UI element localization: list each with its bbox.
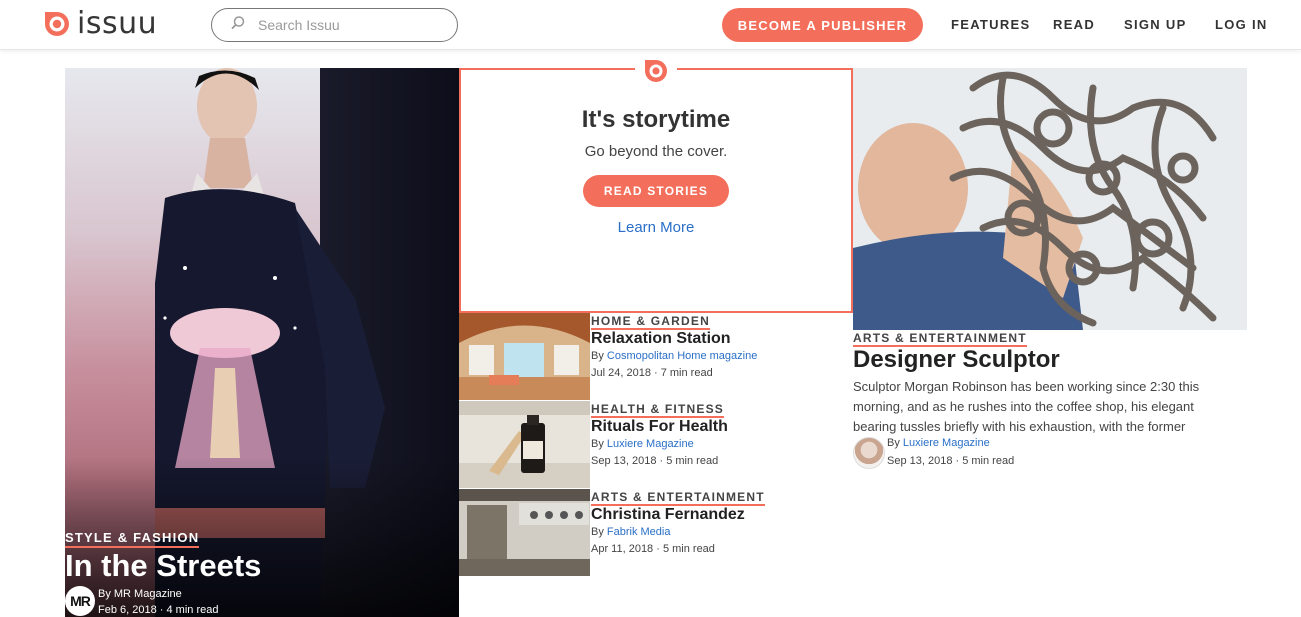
publisher-avatar[interactable]	[853, 437, 885, 469]
become-publisher-button[interactable]: BECOME A PUBLISHER	[722, 8, 923, 42]
search-box[interactable]	[211, 8, 458, 42]
story-thumbnail[interactable]	[459, 313, 590, 400]
story-category[interactable]: HOME & GARDEN	[591, 314, 710, 330]
feature-right-date: Sep 13, 2018 · 5 min read	[887, 455, 1015, 467]
story-title[interactable]: Christina Fernandez	[591, 506, 745, 524]
search-input[interactable]	[258, 17, 438, 33]
nav-sign-up[interactable]: SIGN UP	[1124, 17, 1187, 32]
story-byline: By Fabrik Media	[591, 526, 671, 538]
publisher-link[interactable]: Luxiere Magazine	[903, 437, 990, 449]
publisher-link[interactable]: Cosmopolitan Home magazine	[607, 350, 757, 362]
issuu-logo[interactable]: issuu	[42, 9, 157, 39]
story-byline: By Cosmopolitan Home magazine	[591, 350, 758, 362]
feature-left-title[interactable]: In the Streets	[65, 548, 261, 584]
feature-left-date: Feb 6, 2018 · 4 min read	[98, 604, 219, 616]
story-title[interactable]: Rituals For Health	[591, 418, 728, 436]
story-item-christina-fernandez[interactable]: ARTS & ENTERTAINMENT Christina Fernandez…	[459, 489, 853, 576]
publisher-link[interactable]: Luxiere Magazine	[607, 438, 694, 450]
issuu-mark-icon	[641, 56, 671, 86]
story-thumbnail[interactable]	[459, 489, 590, 576]
search-icon	[230, 15, 246, 36]
story-category[interactable]: ARTS & ENTERTAINMENT	[591, 490, 765, 506]
story-category[interactable]: HEALTH & FITNESS	[591, 402, 724, 418]
issuu-logo-icon	[42, 9, 72, 39]
story-thumbnail[interactable]	[459, 401, 590, 488]
story-item-relaxation-station[interactable]: HOME & GARDEN Relaxation Station By Cosm…	[459, 313, 853, 400]
publisher-link[interactable]: Fabrik Media	[607, 526, 671, 538]
publisher-avatar[interactable]: MR	[65, 586, 95, 616]
nav-log-in[interactable]: LOG IN	[1215, 17, 1268, 32]
nav-read[interactable]: READ	[1053, 17, 1095, 32]
story-title[interactable]: Relaxation Station	[591, 330, 731, 348]
logo-wordmark: issuu	[77, 6, 158, 41]
story-byline: By Luxiere Magazine	[591, 438, 694, 450]
story-item-rituals-for-health[interactable]: HEALTH & FITNESS Rituals For Health By L…	[459, 401, 853, 488]
top-header: issuu BECOME A PUBLISHER FEATURES READ S…	[0, 0, 1301, 50]
feature-right-excerpt: Sculptor Morgan Robinson has been workin…	[853, 379, 1200, 434]
feature-left-byline: By MR Magazine	[98, 588, 182, 600]
read-stories-button[interactable]: READ STORIES	[583, 175, 729, 207]
feature-right-byline: By Luxiere Magazine	[887, 437, 990, 449]
storytime-title: It's storytime	[581, 106, 731, 133]
story-date: Sep 13, 2018 · 5 min read	[591, 455, 719, 467]
feature-card-left[interactable]: STYLE & FASHION In the Streets MR By MR …	[65, 68, 459, 617]
learn-more-link[interactable]: Learn More	[459, 219, 853, 236]
feature-right-title[interactable]: Designer Sculptor	[853, 346, 1060, 374]
feature-left-category[interactable]: STYLE & FASHION	[65, 530, 200, 548]
story-date: Apr 11, 2018 · 5 min read	[591, 543, 715, 555]
feature-right-category[interactable]: ARTS & ENTERTAINMENT	[853, 331, 1027, 347]
storytime-subtitle: Go beyond the cover.	[584, 143, 728, 160]
feature-right-image[interactable]	[853, 68, 1247, 330]
nav-features[interactable]: FEATURES	[951, 17, 1031, 32]
story-date: Jul 24, 2018 · 7 min read	[591, 367, 713, 379]
